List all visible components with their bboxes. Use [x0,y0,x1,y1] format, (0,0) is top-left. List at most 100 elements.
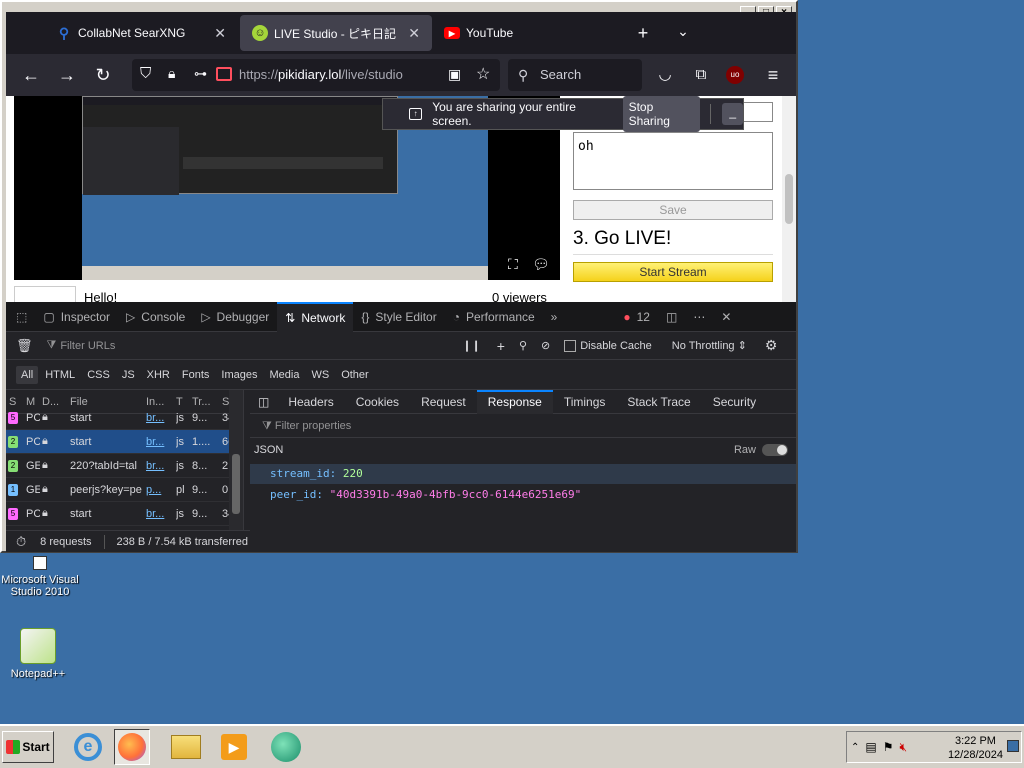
request-initiator[interactable]: br... [146,460,176,472]
close-tab-icon[interactable]: ✕ [214,25,226,42]
tracking-protection-icon[interactable]: ⛉ [140,65,151,82]
table-row[interactable]: 2PCstartbr...js1....66🔒︎ [6,430,243,454]
type-filter-css[interactable]: CSS [82,366,115,384]
media-player-icon[interactable]: ▶ [216,729,252,765]
block-icon[interactable]: ⊘ [541,339,550,352]
file-explorer-icon[interactable] [168,729,204,765]
raw-toggle[interactable]: Raw [734,438,788,462]
tab-console[interactable]: ▷ Console [118,302,193,332]
type-filter-images[interactable]: Images [216,366,262,384]
internet-explorer-icon[interactable]: e [70,729,106,765]
action-center-flag-icon[interactable]: ⚑ [883,740,894,754]
close-devtools-icon[interactable]: ✕ [713,302,739,332]
raw-toggle-switch[interactable] [762,444,788,456]
type-filter-ws[interactable]: WS [306,366,334,384]
type-filter-xhr[interactable]: XHR [142,366,175,384]
tab-style-editor[interactable]: {} Style Editor [353,302,444,332]
tab-inspector[interactable]: ▢ Inspector [35,302,118,332]
type-filter-all[interactable]: All [16,365,39,384]
forward-button[interactable]: → [56,64,78,86]
request-initiator[interactable]: br... [146,436,176,448]
minimize-share-bar-button[interactable]: _ [722,103,744,125]
url-bar[interactable]: ⛉ 🔒︎ ⊶ https://pikidiary.lol/live/studio… [132,59,500,91]
request-initiator[interactable]: br... [146,412,176,424]
add-icon[interactable]: + [497,338,505,354]
tab-performance[interactable]: ◔ Performance [445,302,543,332]
permissions-icon[interactable]: ⊶ [194,66,207,82]
json-row-stream-id[interactable]: stream_id: 220 [250,464,796,484]
chat-icon[interactable]: 💬︎ [532,256,550,273]
tab-cookies[interactable]: Cookies [345,390,410,414]
new-tab-button[interactable]: + [632,22,654,44]
pocket-icon[interactable]: ◡ [654,64,676,86]
desktop-icon-notepadpp[interactable]: Notepad++ [0,628,78,680]
save-button[interactable]: Save [573,200,773,220]
start-stream-button[interactable]: Start Stream [573,262,773,282]
request-initiator[interactable]: p... [146,484,176,496]
reload-button[interactable]: ↻ [92,64,114,86]
volume-muted-icon[interactable]: 🔇︎ [900,740,908,755]
table-row[interactable]: 1GEpeerjs?key=pep...pl9...0🔒︎ [6,478,243,502]
element-picker-icon[interactable]: ⬚ [6,302,35,332]
ublock-icon[interactable]: uo [726,66,744,84]
close-tab-icon[interactable]: ✕ [408,25,420,42]
tab-debugger[interactable]: ▷ Debugger [193,302,277,332]
screen-share-indicator-icon[interactable] [216,67,232,81]
clock[interactable]: 3:22 PM 12/28/2024 [948,734,1003,762]
filter-properties-input[interactable]: ⧩ Filter properties [250,414,796,438]
trash-icon[interactable]: 🗑︎ [16,338,33,354]
dock-icon[interactable]: ◫ [658,302,685,332]
throttling-select[interactable]: No Throttling ⇕ [672,339,747,352]
tab-response[interactable]: Response [476,389,553,414]
tab-live-studio[interactable]: ☺ LIVE Studio - ピキ日記 ✕ [240,15,432,51]
page-scrollbar-thumb[interactable] [785,174,793,224]
type-filter-js[interactable]: JS [117,366,140,384]
type-filter-html[interactable]: HTML [40,366,80,384]
reader-view-icon[interactable]: ▣ [448,66,461,83]
request-initiator[interactable]: br... [146,508,176,520]
tab-stack-trace[interactable]: Stack Trace [616,390,701,414]
start-button[interactable]: Start [2,731,54,763]
tab-request[interactable]: Request [410,390,477,414]
error-count-badge[interactable]: ● 12 [615,302,658,332]
type-filter-other[interactable]: Other [336,366,374,384]
type-filter-fonts[interactable]: Fonts [177,366,215,384]
show-hidden-icons-icon[interactable]: ⌃ [851,742,859,753]
page-scrollbar[interactable] [782,96,796,302]
title-input[interactable] [743,102,773,122]
toggle-sidebar-icon[interactable]: ◫ [250,390,277,414]
lock-icon[interactable]: 🔒︎ [168,65,175,82]
extensions-icon[interactable]: ⧉ [690,64,712,86]
network-settings-gear-icon[interactable]: ⚙ [765,337,778,354]
search-icon[interactable]: ⚲ [519,339,527,352]
fullscreen-icon[interactable]: ⛶ [508,256,518,273]
request-list-scrollbar[interactable] [229,390,243,530]
disable-cache-checkbox[interactable] [564,339,577,352]
description-textarea[interactable]: oh [573,132,773,190]
json-section-header[interactable]: JSON Raw [250,438,796,462]
list-all-tabs-button[interactable]: ⌄ [672,20,694,42]
filter-urls-input[interactable]: Filter URLs [60,340,440,352]
bookmark-star-icon[interactable]: ☆ [476,64,490,84]
tab-security[interactable]: Security [702,390,767,414]
table-row[interactable]: 5PCstartbr...js9...34🔒︎ [6,502,243,526]
tab-searxng[interactable]: ⚲ CollabNet SearXNG ✕ [44,12,238,54]
type-filter-media[interactable]: Media [264,366,304,384]
network-tray-icon[interactable]: ▤ [865,740,876,754]
tab-headers[interactable]: Headers [277,390,344,414]
devtools-menu-icon[interactable]: ⋯ [685,302,713,332]
menu-icon[interactable]: ≡ [762,64,784,86]
tab-network[interactable]: ⇅ Network [277,301,354,332]
pause-icon[interactable]: ❙❙ [462,339,480,352]
stop-sharing-button[interactable]: Stop Sharing [622,96,700,132]
pikidiary-taskbar-icon[interactable] [268,729,304,765]
desktop-icon-visual-studio[interactable]: Microsoft Visual Studio 2010 [0,556,80,598]
tab-timings[interactable]: Timings [553,390,617,414]
more-tools-chevron-icon[interactable]: » [543,302,566,332]
back-button[interactable]: ← [20,64,42,86]
show-desktop-icon[interactable] [1007,740,1019,752]
tab-youtube[interactable]: ▶ YouTube [432,12,602,54]
search-bar[interactable]: ⚲ Search [508,59,642,91]
json-row-peer-id[interactable]: peer_id: "40d3391b-49a0-4bfb-9cc0-6144e6… [250,485,796,505]
firefox-taskbar-icon[interactable] [114,729,150,765]
